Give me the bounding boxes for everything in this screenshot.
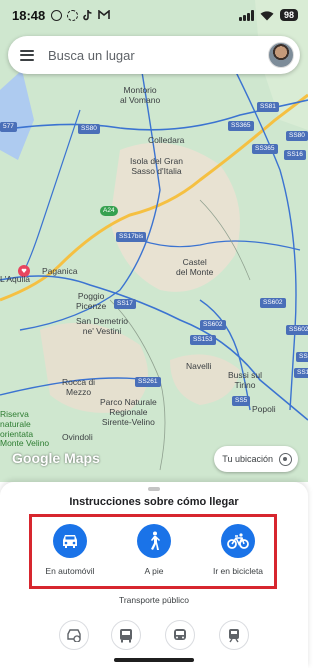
place-isola: Isola del Gran Sasso d'Italia [130, 156, 183, 176]
road-badge-ss81: SS81 [257, 102, 279, 112]
place-poggio: Poggio Picenze [76, 291, 107, 311]
mode-bike-button[interactable]: Ir en bicicleta [193, 524, 283, 576]
place-rocca: Rocca di Mezzo [62, 377, 96, 397]
road-badge-ss80: SS80 [78, 124, 100, 134]
my-location-button[interactable]: Tu ubicación [214, 446, 298, 472]
road-badge-ss602: SS602 [260, 298, 286, 308]
home-indicator [114, 658, 194, 662]
place-riserva: Riserva naturale orientata Monte Velino [0, 409, 50, 449]
wifi-icon [260, 10, 274, 20]
battery-icon: 98 [279, 9, 298, 21]
whatsapp-icon [51, 9, 63, 21]
drag-handle[interactable] [148, 487, 160, 491]
road-badge-ss17b: SS17 [294, 368, 308, 378]
notification-icons [51, 9, 111, 21]
bus-alt-button[interactable] [165, 620, 195, 650]
mode-car-label: En automóvil [45, 566, 95, 576]
walking-icon [137, 524, 171, 558]
road-badge-ss261: SS261 [135, 377, 161, 387]
place-paganica: Paganica [42, 266, 78, 276]
road-badge-ss365b: SS365 [252, 144, 278, 154]
my-location-label: Tu ubicación [222, 454, 273, 464]
mode-car-button[interactable]: En automóvil [25, 524, 115, 576]
road-badge-577: 577 [0, 122, 17, 132]
search-input[interactable] [48, 47, 268, 63]
place-navelli: Navelli [186, 361, 212, 371]
road-badge-ss5: SS5 [232, 396, 251, 406]
road-badge-ss17bis: SS17bis [116, 232, 147, 242]
tiktok-icon [83, 9, 92, 20]
avatar[interactable] [268, 42, 294, 68]
road-badge-ss5b: SS5 [296, 352, 308, 362]
sync-icon [67, 9, 79, 21]
train-icon [229, 628, 239, 642]
bus-alt-icon [174, 628, 186, 640]
car-share-icon [67, 629, 81, 642]
status-bar: 18:48 98 [0, 0, 308, 30]
target-icon [279, 452, 292, 466]
road-badge-ss602c: SS602 [286, 325, 308, 335]
sheet-title: Instrucciones sobre cómo llegar [69, 496, 239, 508]
place-laquila: L'Aquila [0, 274, 30, 284]
car-share-button[interactable] [59, 620, 89, 650]
signal-icon [239, 9, 254, 21]
mode-walk-button[interactable]: A pie [109, 524, 199, 576]
place-popoli: Popoli [252, 404, 276, 414]
place-montorio: Montorio al Vomano [120, 85, 161, 105]
car-icon [53, 524, 87, 558]
mode-bike-label: Ir en bicicleta [212, 566, 264, 576]
road-badge-ss153: SS153 [190, 335, 216, 345]
place-castel-del-monte: Castel del Monte [176, 257, 214, 277]
google-maps-logo: Google Maps [12, 450, 100, 466]
road-badge-ss80b: SS80 [286, 131, 308, 141]
place-san-demetrio: San Demetrio ne' Vestini [76, 316, 128, 336]
search-bar[interactable] [8, 36, 300, 74]
transit-title: Transporte público [118, 595, 190, 605]
mode-walk-label: A pie [144, 566, 164, 576]
bus-icon [120, 628, 132, 642]
place-bussi: Bussi sul Tirino [228, 370, 263, 390]
bicycle-icon [221, 524, 255, 558]
place-colledara: Colledara [148, 135, 185, 145]
road-badge-ss17: SS17 [114, 299, 136, 309]
bus-button[interactable] [111, 620, 141, 650]
directions-sheet: Instrucciones sobre cómo llegar En autom… [0, 482, 308, 668]
road-badge-ss602b: SS602 [200, 320, 226, 330]
gmail-icon [98, 10, 111, 19]
place-ovindoli: Ovindoli [62, 432, 93, 442]
status-right: 98 [239, 9, 298, 21]
place-parco: Parco Naturale Regionale Sirente-Velino [100, 397, 157, 427]
road-badge-a24: A24 [100, 206, 118, 216]
road-badge-ss365: SS365 [228, 121, 254, 131]
menu-icon[interactable] [20, 49, 34, 61]
status-time: 18:48 [12, 7, 46, 23]
road-badge-ss16: SS16 [284, 150, 306, 160]
train-button[interactable] [219, 620, 249, 650]
